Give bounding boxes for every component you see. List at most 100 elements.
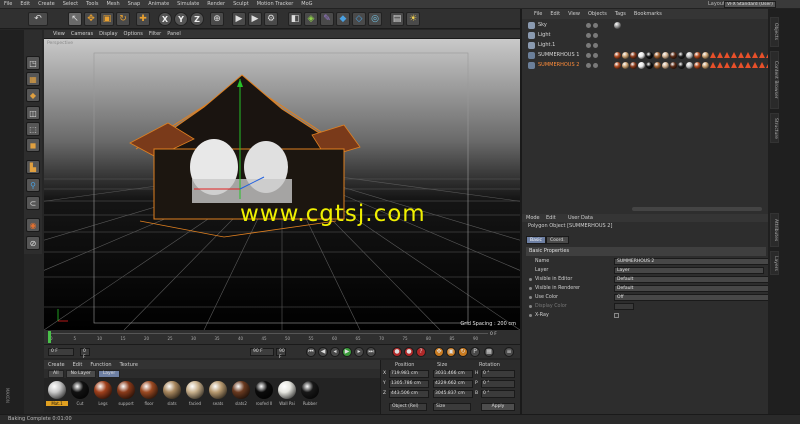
attribute-value-field[interactable]: Off <box>614 294 792 301</box>
viewport-menu-cameras[interactable]: Cameras <box>68 31 96 37</box>
menu-render[interactable]: Render <box>203 0 229 9</box>
goto-end-icon[interactable]: ⏭ <box>366 347 376 357</box>
material-tag-icon[interactable] <box>646 62 653 69</box>
material-tag-icon[interactable] <box>638 52 645 59</box>
material-tag-icon[interactable] <box>630 62 637 69</box>
animation-dot-icon[interactable] <box>529 305 532 308</box>
material-swatch[interactable]: Mat.1 <box>46 381 68 412</box>
material-swatch[interactable]: facied <box>185 381 205 412</box>
object-menu-view[interactable]: View <box>564 11 584 17</box>
material-swatch[interactable]: Rubber <box>300 381 320 412</box>
object-row[interactable]: Sky <box>526 21 770 30</box>
menu-simulate[interactable]: Simulate <box>173 0 203 9</box>
checker-icon[interactable]: ▦ <box>26 72 40 86</box>
menu-snap[interactable]: Snap <box>124 0 145 9</box>
scene-icon[interactable]: ◎ <box>368 12 382 26</box>
phong-tag-icon[interactable] <box>731 52 737 58</box>
playhead[interactable] <box>48 331 51 343</box>
xray-checkbox[interactable] <box>614 313 619 318</box>
object-menu-objects[interactable]: Objects <box>584 11 611 17</box>
phong-tag-icon[interactable] <box>745 62 751 68</box>
key-parameter-icon[interactable]: P <box>470 347 480 357</box>
object-row[interactable]: SUMMERHOUS 1 <box>526 51 793 60</box>
material-tag-icon[interactable] <box>670 62 677 69</box>
phong-tag-icon[interactable] <box>731 62 737 68</box>
attr-menu-mode[interactable]: Mode <box>526 214 540 222</box>
phong-tag-icon[interactable] <box>752 62 758 68</box>
render-visibility-dot[interactable] <box>593 43 598 48</box>
nurbs-icon[interactable]: ◆ <box>336 12 350 26</box>
material-tag-icon[interactable] <box>646 52 653 59</box>
undo-icon[interactable]: ↶ <box>28 12 48 26</box>
render-visibility-dot[interactable] <box>593 23 598 28</box>
menu-sculpt[interactable]: Sculpt <box>229 0 253 9</box>
material-tag-icon[interactable] <box>638 62 645 69</box>
timeline-options-icon[interactable]: ≡ <box>504 347 514 357</box>
material-menu-texture[interactable]: Texture <box>116 362 142 368</box>
material-menu-function[interactable]: Function <box>86 362 115 368</box>
cube-primitive-icon[interactable]: ◧ <box>288 12 302 26</box>
apply-button[interactable]: Apply <box>481 403 515 411</box>
object-menu-bookmarks[interactable]: Bookmarks <box>630 11 666 17</box>
transform-icon[interactable]: ✚ <box>136 12 150 26</box>
object-menu-file[interactable]: File <box>530 11 546 17</box>
material-tag-icon[interactable] <box>694 52 701 59</box>
attribute-value-field[interactable]: Default <box>614 285 792 292</box>
render-settings-icon[interactable]: ⚙ <box>264 12 278 26</box>
tab-structure[interactable]: Structure <box>770 113 779 143</box>
sky-material-tag-icon[interactable] <box>614 22 621 29</box>
attribute-value-field[interactable]: Default <box>614 276 792 283</box>
menu-select[interactable]: Select <box>59 0 82 9</box>
material-swatch[interactable]: roofed II <box>254 381 274 412</box>
keyframe-selection-icon[interactable]: ? <box>416 347 426 357</box>
key-pla-icon[interactable]: ▦ <box>484 347 494 357</box>
material-swatch[interactable]: floor <box>139 381 159 412</box>
phong-tag-icon[interactable] <box>717 52 723 58</box>
material-tag-icon[interactable] <box>702 52 709 59</box>
material-tab-all[interactable]: All <box>48 369 64 378</box>
phong-tag-icon[interactable] <box>738 62 744 68</box>
material-tab-layer[interactable]: Layer <box>97 369 121 378</box>
menu-file[interactable]: File <box>0 0 16 9</box>
editor-visibility-dot[interactable] <box>586 23 591 28</box>
animation-dot-icon[interactable] <box>529 278 532 281</box>
rotate-icon[interactable]: ↻ <box>116 12 130 26</box>
scale-icon[interactable]: ▣ <box>100 12 114 26</box>
menu-mog[interactable]: MoG <box>297 0 316 9</box>
coord-mode-select[interactable]: Object (Rel) <box>389 403 427 411</box>
phong-tag-icon[interactable] <box>745 52 751 58</box>
menu-tools[interactable]: Tools <box>82 0 102 9</box>
material-tag-icon[interactable] <box>614 62 621 69</box>
material-swatch[interactable]: support <box>116 381 136 412</box>
z-axis-lock-icon[interactable]: Z <box>190 12 204 26</box>
end-frame-field[interactable]: 90 F <box>250 348 274 356</box>
select-arrow-icon[interactable]: ↖ <box>68 12 82 26</box>
current-frame-field[interactable]: 0 F <box>48 348 74 356</box>
material-tag-icon[interactable] <box>702 62 709 69</box>
preview-end-field[interactable]: 90 F <box>276 348 286 360</box>
tab-coord[interactable]: Coord. <box>546 236 569 244</box>
tab-content-browser[interactable]: Content Browser <box>770 51 779 109</box>
edges-mode-icon[interactable]: ▙ <box>26 160 40 174</box>
start-frame-field[interactable]: 0 F <box>80 348 90 360</box>
prev-key-icon[interactable]: ◀ <box>318 347 328 357</box>
subdivision-icon[interactable]: ◈ <box>304 12 318 26</box>
workplane-icon[interactable]: ◉ <box>26 218 40 232</box>
material-tag-icon[interactable] <box>662 52 669 59</box>
snap-icon[interactable]: ⚲ <box>26 178 40 192</box>
viewport-menu-display[interactable]: Display <box>96 31 120 37</box>
polygons-mode-icon[interactable]: ◼ <box>26 138 40 152</box>
material-tag-icon[interactable] <box>630 52 637 59</box>
editor-visibility-dot[interactable] <box>586 53 591 58</box>
material-menu-edit[interactable]: Edit <box>69 362 87 368</box>
coord-system-icon[interactable]: ⊕ <box>210 12 224 26</box>
phong-tag-icon[interactable] <box>759 62 765 68</box>
make-editable-icon[interactable]: ◳ <box>26 56 40 70</box>
phong-tag-icon[interactable] <box>710 52 716 58</box>
goto-start-icon[interactable]: ⏮ <box>306 347 316 357</box>
editor-visibility-dot[interactable] <box>586 63 591 68</box>
viewport-menu-options[interactable]: Options <box>121 31 146 37</box>
editor-visibility-dot[interactable] <box>586 43 591 48</box>
material-tab-no-layer[interactable]: No Layer <box>65 369 96 378</box>
viewport-menu-filter[interactable]: Filter <box>146 31 164 37</box>
